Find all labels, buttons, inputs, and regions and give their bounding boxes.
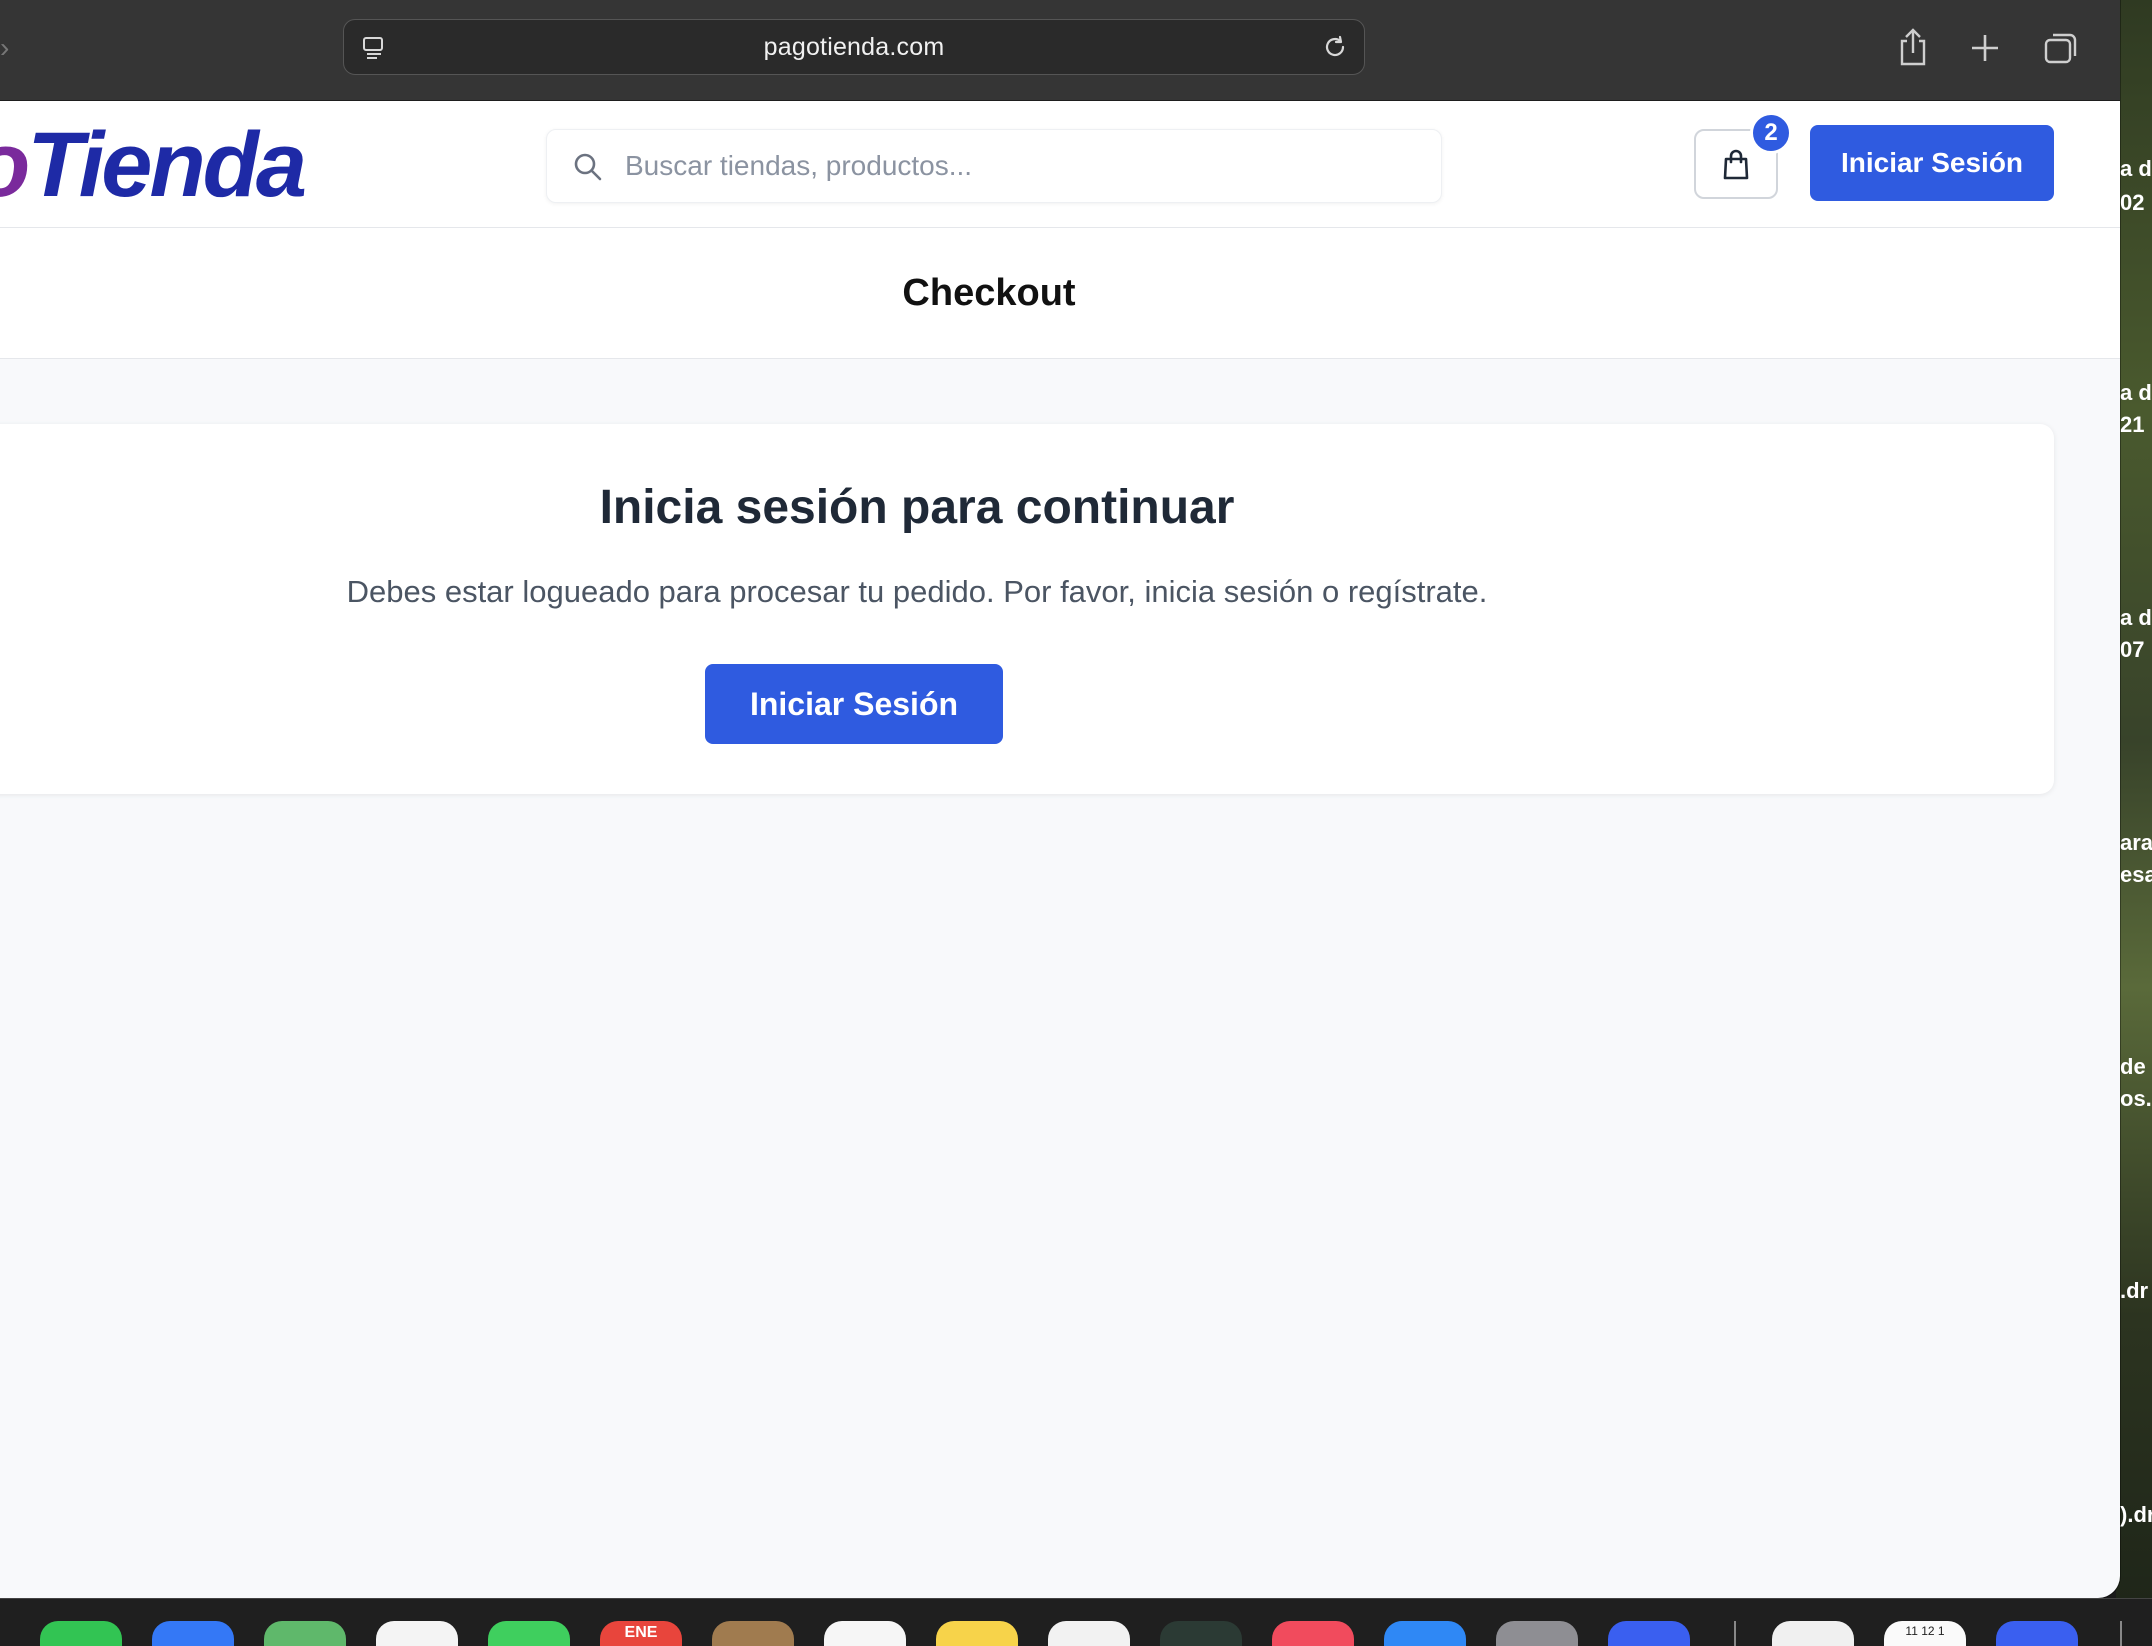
main-content: Inicia sesión para continuar Debes estar… [0, 359, 2120, 1559]
tab-overview-icon[interactable] [2042, 26, 2080, 68]
maps-icon[interactable] [264, 1621, 346, 1646]
app-icon[interactable] [1996, 1621, 2078, 1646]
desktop-file-label[interactable]: 07 [2116, 633, 2152, 667]
desktop-file-label[interactable]: 21 [2116, 408, 2152, 442]
logo-text: Tienda [27, 114, 307, 216]
screen: a de 02 p a de 21 a de 07 ara esa de os.… [0, 0, 2152, 1646]
login-button[interactable]: Iniciar Sesión [705, 664, 1003, 744]
app-icon[interactable] [1772, 1621, 1854, 1646]
stocks-icon[interactable] [1160, 1621, 1242, 1646]
desktop-file-label[interactable]: .dr [2116, 1274, 2152, 1308]
browser-toolbar: › pagotienda.com [0, 0, 2120, 101]
new-tab-icon[interactable] [1966, 26, 2004, 68]
dock-divider [2120, 1621, 2122, 1646]
logo-lead: o [0, 114, 30, 216]
dock-divider [1734, 1621, 1736, 1646]
calendar-icon[interactable]: ENE [600, 1621, 682, 1646]
desktop-file-label[interactable]: a de [2116, 152, 2152, 186]
page-title: Checkout [902, 271, 1076, 314]
reminders-icon[interactable] [824, 1621, 906, 1646]
login-required-message: Debes estar logueado para procesar tu pe… [346, 574, 1488, 609]
dock: ENE 11 12 1 [0, 1598, 2152, 1646]
site-header: oTienda 2 Iniciar Sesión [0, 101, 2120, 228]
mail-icon[interactable] [152, 1621, 234, 1646]
search-input[interactable] [625, 130, 1425, 202]
app-icon[interactable] [1608, 1621, 1690, 1646]
app-store-icon[interactable] [1384, 1621, 1466, 1646]
settings-icon[interactable] [1496, 1621, 1578, 1646]
browser-window: › pagotienda.com Tienda Buscar tiendas, … [0, 0, 2120, 1598]
share-icon[interactable] [1894, 26, 1932, 68]
site-logo[interactable]: oTienda [0, 114, 307, 216]
login-required-title: Inicia sesión para continuar [599, 481, 1235, 534]
cart-count-badge: 2 [1750, 112, 1792, 154]
header-login-button[interactable]: Iniciar Sesión [1810, 125, 2054, 201]
search-box[interactable] [546, 129, 1442, 203]
clock-icon[interactable]: 11 12 1 [1884, 1621, 1966, 1646]
desktop-file-label[interactable]: a de [2116, 601, 2152, 635]
calendar-month: ENE [624, 1624, 658, 1641]
messages-icon[interactable] [40, 1621, 122, 1646]
address-bar[interactable]: pagotienda.com [343, 19, 1365, 75]
login-required-card: Inicia sesión para continuar Debes estar… [0, 424, 2054, 794]
desktop-file-label[interactable]: 02 p [2116, 186, 2152, 220]
notes-icon[interactable] [936, 1621, 1018, 1646]
shopping-bag-icon [1723, 149, 1749, 180]
desktop-file-label[interactable]: a de [2116, 376, 2152, 410]
photos-icon[interactable] [376, 1621, 458, 1646]
music-icon[interactable] [1272, 1621, 1354, 1646]
desktop-file-label[interactable]: de [2116, 1050, 2152, 1084]
freeform-icon[interactable] [1048, 1621, 1130, 1646]
clock-label: 11 12 1 [1905, 1624, 1945, 1638]
desktop-wallpaper: a de 02 p a de 21 a de 07 ara esa de os.… [2116, 0, 2152, 1646]
desktop-file-label[interactable]: ).dr [2116, 1498, 2152, 1532]
desktop-file-label[interactable]: esa [2116, 858, 2152, 892]
desktop-file-label[interactable]: ara [2116, 826, 2152, 860]
url-text[interactable]: pagotienda.com [764, 33, 945, 62]
reload-icon[interactable] [1322, 34, 1350, 62]
chevron-right-icon[interactable]: › [0, 30, 10, 66]
search-icon [574, 153, 602, 181]
desktop-file-label[interactable]: os. [2116, 1082, 2152, 1116]
facetime-icon[interactable] [488, 1621, 570, 1646]
contacts-icon[interactable] [712, 1621, 794, 1646]
reader-icon[interactable] [360, 34, 388, 62]
page-title-bar: Checkout [0, 228, 2120, 359]
